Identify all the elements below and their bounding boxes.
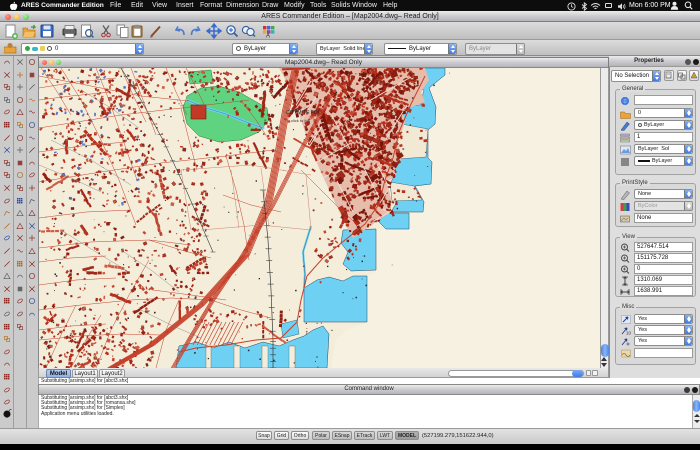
svg-text:click to foli: click to foli	[291, 118, 310, 123]
svg-text:CITYMITE FOL: CITYMITE FOL	[286, 110, 321, 116]
svg-text:10: 10	[626, 331, 631, 336]
svg-text:A: A	[266, 34, 270, 40]
